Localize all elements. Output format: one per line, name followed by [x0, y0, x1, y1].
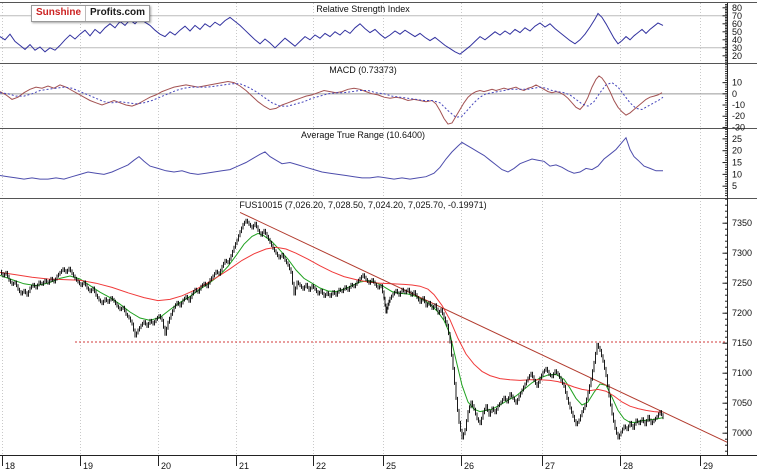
y-tick-label: 10 [732, 169, 742, 179]
y-tick-label: 7300 [732, 248, 752, 258]
price-panel-title: FUS10015 (7,026.20, 7,028.50, 7,024.20, … [239, 200, 487, 210]
y-axis: 20304050607080100-10-20-3051015202570007… [722, 3, 752, 456]
logo-text-profits: Profits.com [86, 6, 150, 21]
ma-slow-line [0, 246, 663, 413]
x-tick-label: 26 [464, 461, 474, 471]
x-axis: 18 19 20 21 22 25 26 27 28 29 [0, 455, 757, 471]
atr-line [0, 136, 663, 180]
rsi-panel-title: Relative Strength Index [316, 4, 410, 14]
y-tick-label: 0 [732, 89, 737, 99]
y-tick-label: 20 [732, 146, 742, 156]
chart-root: 20 30 40 50 60 70 80 10 0 -10 -20 -30 5 10 15 20 25 7000 7… [0, 0, 757, 475]
x-tick-label: 19 [83, 461, 93, 471]
y-tick-label: 7250 [732, 278, 752, 288]
x-tick-label: 29 [703, 461, 713, 471]
y-tick-label: 25 [732, 134, 742, 144]
logo-text-sunshine: Sunshine [32, 6, 87, 21]
ma-fast-line [0, 232, 664, 423]
x-tick-label: 21 [239, 461, 249, 471]
signal-line [0, 82, 664, 118]
y-tick-label: 10 [732, 78, 742, 88]
x-tick-label: 27 [545, 461, 555, 471]
macd-line [0, 75, 663, 125]
y-tick-label: 7200 [732, 308, 752, 318]
x-tick-label: 20 [161, 461, 171, 471]
sunshine-profits-logo[interactable]: Sunshine Profits.com [31, 5, 151, 22]
macd-panel-title: MACD (0.73373) [329, 65, 397, 75]
y-tick-label: 7350 [732, 218, 752, 228]
y-tick-label: 7150 [732, 338, 752, 348]
y-tick-label: -10 [732, 100, 745, 110]
price-bars [1, 218, 664, 440]
y-tick-label: -30 [732, 122, 745, 132]
atr-panel-title: Average True Range (10.6400) [301, 130, 425, 140]
y-tick-label: 7000 [732, 428, 752, 438]
y-tick-label: -20 [732, 111, 745, 121]
x-tick-label: 22 [316, 461, 326, 471]
y-tick-label: 7050 [732, 398, 752, 408]
x-tick-label: 18 [5, 461, 15, 471]
x-tick-label: 25 [386, 461, 396, 471]
y-tick-label: 80 [732, 3, 742, 13]
y-tick-label: 15 [732, 158, 742, 168]
x-tick-label: 28 [623, 461, 633, 471]
y-tick-label: 5 [732, 181, 737, 191]
y-tick-label: 7100 [732, 368, 752, 378]
